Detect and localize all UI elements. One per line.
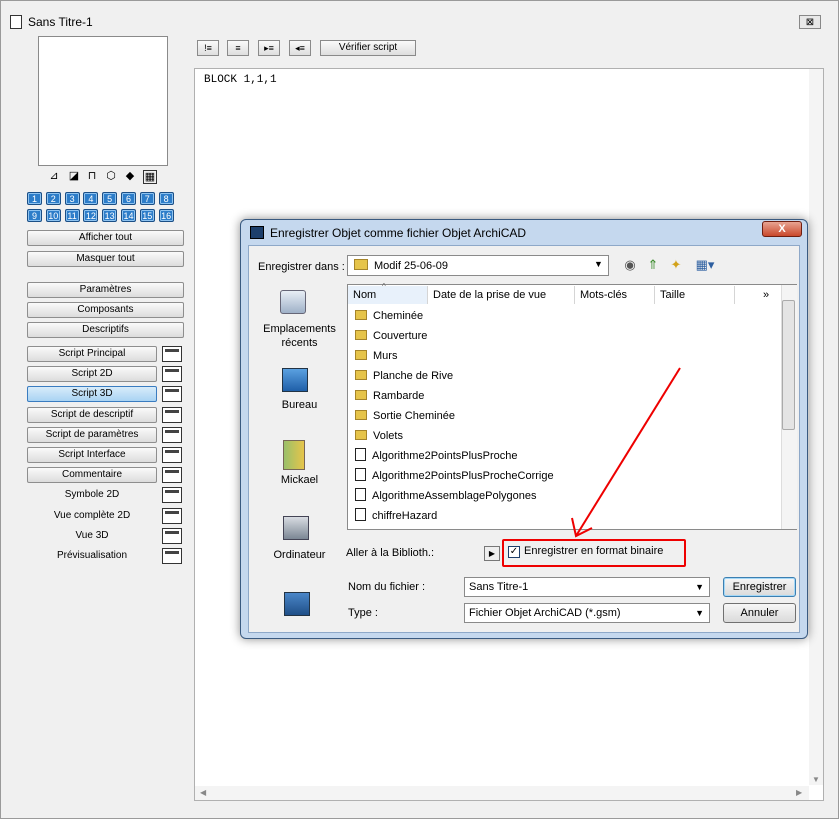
annotation-arrow <box>571 367 681 538</box>
